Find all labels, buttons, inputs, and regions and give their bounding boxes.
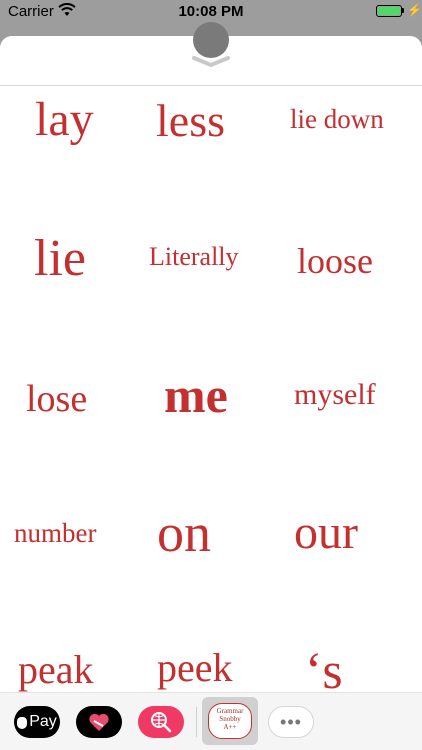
sticker-me[interactable]: me — [164, 370, 228, 420]
sticker-possessive-s[interactable]: ‘s — [305, 646, 343, 693]
sticker-on[interactable]: on — [157, 506, 211, 560]
sticker-peak[interactable]: peak — [18, 650, 94, 690]
sticker-grid: lay less lie down lie Literally loose lo… — [0, 50, 422, 693]
apple-pay-button[interactable]: Pay — [14, 706, 60, 738]
grammar-label-line3: A++ — [223, 723, 237, 731]
screen: Carrier 10:08 PM ⚡ lay less lie down lie… — [0, 0, 422, 750]
globe-search-icon — [151, 712, 172, 733]
battery-level — [378, 7, 400, 15]
heart-icon — [89, 713, 109, 731]
app-drawer: Pay Grammar Snobby A++ ••• — [0, 692, 422, 750]
drawer-separator — [196, 707, 197, 737]
sticker-lie-down[interactable]: lie down — [290, 106, 384, 133]
sticker-our[interactable]: our — [294, 509, 358, 557]
grammar-label-line1: Grammar — [216, 707, 244, 715]
battery-icon — [376, 5, 402, 17]
apple-pay-label: Pay — [29, 713, 57, 730]
sticker-literally[interactable]: Literally — [149, 244, 239, 270]
web-search-app-button[interactable] — [138, 706, 184, 738]
grammar-label-line2: Snobby — [219, 715, 241, 723]
heart-app-button[interactable] — [76, 706, 122, 738]
sticker-less[interactable]: less — [156, 98, 225, 144]
sticker-loose[interactable]: loose — [297, 243, 373, 279]
charging-bolt-icon: ⚡ — [407, 3, 422, 17]
sticker-number[interactable]: number — [14, 520, 96, 547]
more-apps-button[interactable]: ••• — [268, 706, 314, 738]
battery-cap — [402, 8, 404, 13]
sticker-lay[interactable]: lay — [35, 96, 94, 144]
sticker-peek[interactable]: peek — [157, 648, 233, 688]
grammar-snobby-app-button[interactable]: Grammar Snobby A++ — [202, 697, 258, 745]
sticker-lie[interactable]: lie — [34, 233, 86, 285]
clock: 10:08 PM — [178, 3, 244, 20]
sticker-lose[interactable]: lose — [26, 380, 87, 418]
more-icon: ••• — [280, 711, 302, 732]
grammar-snobby-app-icon: Grammar Snobby A++ — [208, 703, 252, 739]
sticker-myself[interactable]: myself — [294, 380, 376, 410]
apple-logo-icon — [17, 717, 28, 729]
